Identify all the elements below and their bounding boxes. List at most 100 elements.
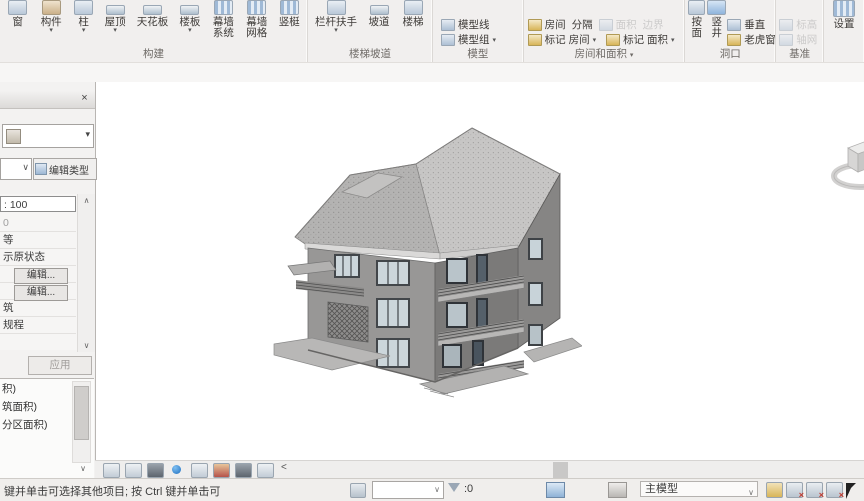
select-links-icon[interactable] bbox=[766, 482, 783, 498]
level-button[interactable]: 标高 bbox=[779, 17, 821, 32]
editable-only-icon[interactable] bbox=[546, 482, 565, 498]
settings-icon bbox=[833, 0, 855, 17]
ceiling-button[interactable]: 天花板 bbox=[133, 0, 172, 47]
browser-item-area-plan-1[interactable]: 积) bbox=[2, 381, 16, 397]
type-selector[interactable]: ▾ bbox=[2, 124, 94, 148]
ribbon-group-datum: 标高 轴网 基准 bbox=[776, 0, 824, 62]
status-bar: 键并单击可选择其他项目; 按 Ctrl 键并单击可 ∨ :0 主模型 ∨ × ×… bbox=[0, 478, 864, 501]
sun-path-icon[interactable] bbox=[169, 463, 184, 476]
edit-type-button[interactable]: 编辑类型 bbox=[33, 158, 97, 180]
column-button[interactable]: 柱 ▾ bbox=[70, 0, 98, 47]
opening-by-face-icon bbox=[688, 0, 706, 15]
model-group-icon bbox=[441, 33, 455, 46]
exclude-options-icon[interactable] bbox=[608, 482, 627, 498]
view-scale-value[interactable]: : 100 bbox=[0, 196, 76, 212]
close-icon[interactable]: × bbox=[77, 91, 92, 106]
roof-icon bbox=[105, 5, 125, 15]
crop-view-icon[interactable] bbox=[235, 463, 252, 478]
room-separator-button[interactable]: 分隔 bbox=[572, 17, 593, 32]
discipline-value[interactable]: 筑 bbox=[0, 300, 76, 317]
ramp-icon bbox=[369, 5, 389, 15]
component-button[interactable]: 构件 ▾ bbox=[34, 0, 67, 47]
level-icon bbox=[779, 18, 794, 31]
ribbon-group-label-circulation: 楼梯坡道 bbox=[349, 48, 391, 60]
properties-header[interactable]: × bbox=[0, 90, 95, 109]
dormer-opening-icon bbox=[727, 33, 742, 46]
tag-area-button[interactable]: 标记 面积 ▾ bbox=[606, 32, 675, 47]
select-pinned-icon[interactable]: × bbox=[806, 482, 824, 500]
settings-button[interactable]: 设置 bbox=[827, 0, 861, 47]
ceiling-icon bbox=[143, 5, 163, 15]
dormer-opening-button[interactable]: 老虎窗 bbox=[727, 32, 776, 47]
vertical-opening-button[interactable]: 垂直 bbox=[727, 17, 776, 32]
select-underlay-icon[interactable]: × bbox=[786, 482, 804, 500]
drawing-area-3d-view[interactable] bbox=[95, 82, 864, 460]
area-boundary-button[interactable]: 边界 bbox=[643, 17, 664, 32]
browser-item-area-plan-3[interactable]: 分区面积) bbox=[2, 417, 48, 433]
graphics-options-edit-button[interactable]: 编辑... bbox=[14, 285, 68, 301]
roof-button[interactable]: 屋顶 ▾ bbox=[99, 0, 130, 47]
tag-room-icon bbox=[527, 33, 542, 46]
room-button[interactable]: 房间 bbox=[527, 17, 566, 32]
opening-by-face-button[interactable]: 按面 bbox=[688, 0, 706, 47]
model-group-button[interactable]: 模型组 ▾ bbox=[441, 32, 521, 47]
worksets-icon[interactable] bbox=[350, 483, 366, 498]
properties-filter-combo[interactable]: ∨ bbox=[0, 158, 32, 180]
design-option-combobox[interactable]: 主模型 ∨ bbox=[640, 481, 758, 497]
building-rear-windows bbox=[528, 238, 543, 346]
selection-count: :0 bbox=[464, 483, 474, 495]
drag-on-selection-icon[interactable] bbox=[846, 483, 856, 499]
ribbon-group-circulation: 栏杆扶手 ▾ 坡道 楼梯 楼梯坡道 bbox=[308, 0, 433, 62]
window-button[interactable]: 窗 bbox=[3, 0, 32, 47]
browser-scrollbar[interactable] bbox=[72, 381, 91, 463]
shaft-opening-button[interactable]: 竖井 bbox=[707, 0, 727, 47]
curtain-system-button[interactable]: 幕墙系统 bbox=[208, 0, 239, 47]
railing-button[interactable]: 栏杆扶手 ▾ bbox=[311, 0, 361, 47]
hidden-lines-value[interactable]: 规程 bbox=[0, 317, 76, 334]
browser-item-area-plan-2[interactable]: 筑面积) bbox=[2, 399, 37, 415]
visibility-edit-button[interactable]: 编辑... bbox=[14, 268, 68, 284]
detail-level-value[interactable]: 等 bbox=[0, 232, 76, 249]
ribbon-group-label-datum: 基准 bbox=[789, 48, 811, 60]
room-icon bbox=[527, 18, 542, 31]
stair-icon bbox=[403, 0, 423, 15]
detail-level-icon[interactable] bbox=[125, 463, 142, 478]
scroll-down-icon[interactable]: ∨ bbox=[78, 339, 95, 352]
area-button[interactable]: 面积 bbox=[598, 17, 637, 32]
collapse-view-bar-icon[interactable]: < bbox=[281, 462, 287, 473]
curtain-grid-icon bbox=[247, 0, 267, 15]
visual-style-icon[interactable] bbox=[147, 463, 164, 478]
shadows-icon[interactable] bbox=[191, 463, 208, 478]
curtain-grid-button[interactable]: 幕墙网格 bbox=[241, 0, 272, 47]
browser-scroll-down-icon[interactable]: ∨ bbox=[75, 462, 91, 476]
viewcube[interactable] bbox=[830, 110, 864, 210]
scale-icon[interactable] bbox=[103, 463, 120, 478]
mullion-button[interactable]: 竖梃 bbox=[275, 0, 304, 47]
grid-icon bbox=[779, 33, 794, 46]
render-icon[interactable] bbox=[213, 463, 230, 478]
model-line-icon bbox=[441, 18, 455, 31]
ramp-button[interactable]: 坡道 bbox=[363, 0, 395, 47]
stair-button[interactable]: 楼梯 bbox=[397, 0, 429, 47]
workset-combobox[interactable]: ∨ bbox=[372, 481, 444, 499]
building-3d-model[interactable] bbox=[272, 96, 582, 411]
apply-button[interactable]: 应用 bbox=[28, 356, 92, 375]
scroll-up-icon[interactable]: ∧ bbox=[78, 194, 95, 207]
building-roof-left-plane[interactable] bbox=[294, 163, 441, 257]
column-icon bbox=[74, 0, 94, 15]
grid-button[interactable]: 轴网 bbox=[779, 32, 821, 47]
floor-button[interactable]: 楼板 ▾ bbox=[174, 0, 205, 47]
parts-visibility-value[interactable]: 示原状态 bbox=[0, 249, 76, 266]
scrollbar-thumb[interactable] bbox=[553, 462, 568, 478]
tag-room-button[interactable]: 标记 房间 ▾ bbox=[527, 32, 596, 47]
select-by-face-icon[interactable]: × bbox=[826, 482, 844, 500]
model-line-button[interactable]: 模型线 bbox=[441, 17, 521, 32]
shaft-opening-icon bbox=[707, 0, 727, 15]
property-grid-scrollbar[interactable]: ∧ ∨ bbox=[77, 194, 95, 352]
browser-scrollbar-thumb[interactable] bbox=[74, 386, 89, 440]
filter-icon[interactable] bbox=[448, 483, 460, 492]
show-crop-region-icon[interactable] bbox=[257, 463, 274, 478]
ribbon: 窗 构件 ▾ 柱 ▾ 屋顶 ▾ 天花板 楼板 ▾ 幕墙系统 幕墙网格 竖梃 构建… bbox=[0, 0, 864, 62]
ribbon-group-label-room-area[interactable]: 房间和面积 ▾ bbox=[524, 47, 685, 62]
component-icon bbox=[41, 0, 61, 15]
